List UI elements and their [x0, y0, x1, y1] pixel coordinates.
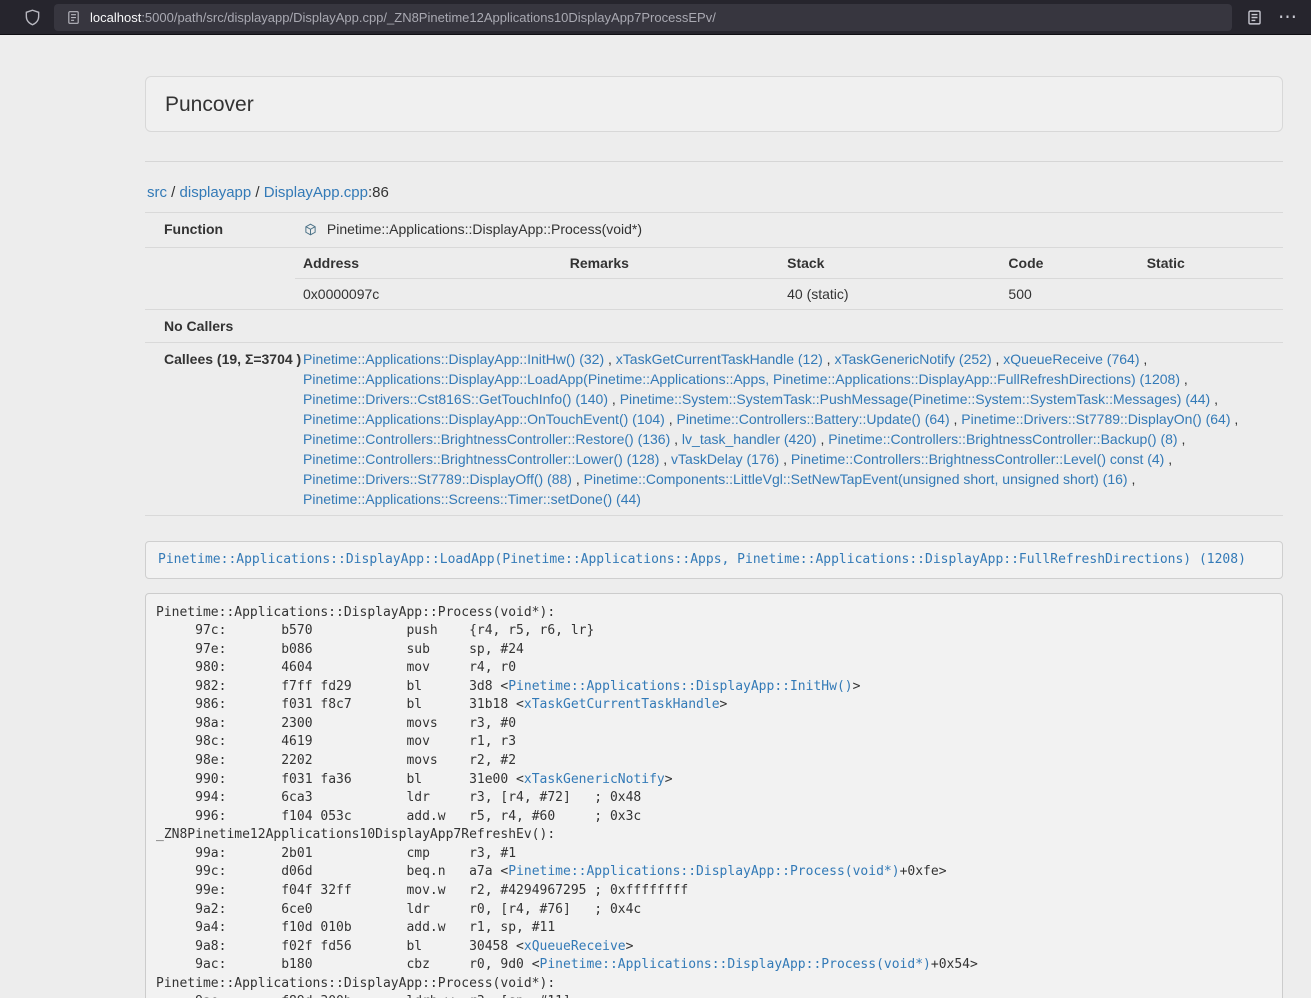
callee-link[interactable]: xQueueReceive (764) — [1003, 351, 1139, 367]
breadcrumb-line-number: :86 — [368, 184, 389, 201]
callee-link[interactable]: Pinetime::Applications::DisplayApp::Load… — [303, 371, 1180, 387]
highlighted-symbol-panel: Pinetime::Applications::DisplayApp::Load… — [145, 541, 1283, 579]
callee-separator: , — [659, 451, 671, 467]
callee-separator: , — [817, 431, 829, 447]
url-host: localhost — [90, 10, 141, 25]
callees-list: Pinetime::Applications::DisplayApp::Init… — [295, 343, 1283, 516]
callee-link[interactable]: Pinetime::Controllers::BrightnessControl… — [828, 431, 1177, 447]
code-symbol-link[interactable]: Pinetime::Applications::DisplayApp::Proc… — [540, 957, 931, 972]
callee-link[interactable]: xTaskGenericNotify (252) — [834, 351, 991, 367]
callees-label: Callees (19, Σ=3704 ) — [145, 343, 295, 516]
callee-separator: , — [992, 351, 1004, 367]
callee-separator: , — [823, 351, 835, 367]
shield-icon[interactable] — [20, 5, 44, 29]
url-bar[interactable]: localhost:5000/path/src/displayapp/Displ… — [54, 4, 1232, 31]
callee-separator: , — [1128, 471, 1136, 487]
column-code: Code — [1000, 248, 1138, 279]
column-address: Address — [295, 248, 562, 279]
code-symbol-link[interactable]: xQueueReceive — [524, 939, 626, 954]
stats-value-row: 0x0000097c 40 (static) 500 — [295, 279, 1283, 310]
breadcrumb-item-displayapp.cpp[interactable]: DisplayApp.cpp — [264, 184, 368, 201]
breadcrumb-item-displayapp[interactable]: displayapp — [180, 184, 252, 201]
divider — [145, 161, 1283, 162]
callee-separator: , — [1180, 371, 1188, 387]
callee-link[interactable]: vTaskDelay (176) — [671, 451, 779, 467]
callee-separator: , — [665, 411, 677, 427]
page-title: Puncover — [165, 92, 1263, 117]
callee-link[interactable]: Pinetime::Controllers::BrightnessControl… — [303, 451, 659, 467]
callee-link[interactable]: Pinetime::Applications::DisplayApp::OnTo… — [303, 411, 665, 427]
column-static: Static — [1139, 248, 1283, 279]
page-title-box: Puncover — [145, 76, 1283, 132]
function-stats-row: Address Remarks Stack Code Static 0x0000… — [145, 248, 1283, 310]
function-icon — [304, 221, 317, 241]
url-path: :5000/path/src/displayapp/DisplayApp.cpp… — [141, 10, 716, 25]
function-table: Function Pinetime::Applications::Display… — [145, 212, 1283, 516]
stats-header-row: Address Remarks Stack Code Static — [295, 248, 1283, 279]
callee-link[interactable]: Pinetime::Components::LittleVgl::SetNewT… — [584, 471, 1128, 487]
disassembly-block: Pinetime::Applications::DisplayApp::Proc… — [145, 593, 1283, 998]
code-symbol-link[interactable]: xTaskGetCurrentTaskHandle — [524, 697, 720, 712]
browser-window: localhost:5000/path/src/displayapp/Displ… — [0, 0, 1311, 998]
callee-link[interactable]: Pinetime::Applications::Screens::Timer::… — [303, 491, 641, 507]
callee-link[interactable]: Pinetime::Drivers::St7789::DisplayOn() (… — [961, 411, 1230, 427]
address-value: 0x0000097c — [295, 279, 562, 310]
function-row: Function Pinetime::Applications::Display… — [145, 213, 1283, 248]
breadcrumb-item-src[interactable]: src — [147, 184, 167, 201]
highlighted-symbol-link[interactable]: Pinetime::Applications::DisplayApp::Load… — [158, 552, 1246, 567]
column-stack: Stack — [779, 248, 1000, 279]
page-info-icon[interactable] — [64, 8, 82, 26]
url-text: localhost:5000/path/src/displayapp/Displ… — [90, 10, 716, 25]
reader-view-icon[interactable] — [1242, 5, 1266, 29]
browser-menu-icon[interactable]: ⋯ — [1276, 5, 1300, 29]
callee-link[interactable]: Pinetime::Drivers::St7789::DisplayOff() … — [303, 471, 572, 487]
callee-separator: , — [572, 471, 584, 487]
function-stats-row-label — [145, 248, 295, 310]
callee-separator: , — [1139, 351, 1147, 367]
callee-separator: , — [779, 451, 791, 467]
callee-separator: , — [1231, 411, 1239, 427]
callee-link[interactable]: Pinetime::Controllers::Battery::Update()… — [677, 411, 950, 427]
breadcrumb: src / displayapp / DisplayApp.cpp:86 — [147, 183, 1283, 203]
callee-link[interactable]: Pinetime::Controllers::BrightnessControl… — [303, 431, 670, 447]
stack-value: 40 (static) — [779, 279, 1000, 310]
callee-link[interactable]: Pinetime::System::SystemTask::PushMessag… — [620, 391, 1211, 407]
callee-link[interactable]: Pinetime::Controllers::BrightnessControl… — [791, 451, 1164, 467]
browser-chrome: localhost:5000/path/src/displayapp/Displ… — [0, 0, 1311, 35]
no-callers-row: No Callers — [145, 310, 1283, 343]
callees-row: Callees (19, Σ=3704 ) Pinetime::Applicat… — [145, 343, 1283, 516]
static-value — [1139, 279, 1283, 310]
page-content: Puncover src / displayapp / DisplayApp.c… — [145, 76, 1283, 998]
callee-separator: , — [608, 391, 620, 407]
callee-separator: , — [1210, 391, 1218, 407]
function-stats-table: Address Remarks Stack Code Static 0x0000… — [295, 248, 1283, 309]
remarks-value — [562, 279, 779, 310]
code-value: 500 — [1000, 279, 1138, 310]
callee-link[interactable]: xTaskGetCurrentTaskHandle (12) — [616, 351, 823, 367]
breadcrumb-separator: / — [167, 184, 180, 201]
callee-link[interactable]: lv_task_handler (420) — [682, 431, 817, 447]
callee-separator: , — [1178, 431, 1186, 447]
callee-separator: , — [604, 351, 616, 367]
callee-separator: , — [1164, 451, 1172, 467]
code-symbol-link[interactable]: Pinetime::Applications::DisplayApp::Init… — [508, 679, 852, 694]
callee-separator: , — [670, 431, 682, 447]
code-symbol-link[interactable]: xTaskGenericNotify — [524, 772, 665, 787]
function-name: Pinetime::Applications::DisplayApp::Proc… — [327, 221, 642, 237]
no-callers-label: No Callers — [145, 310, 295, 343]
breadcrumb-separator: / — [251, 184, 264, 201]
callee-separator: , — [950, 411, 962, 427]
function-row-label: Function — [145, 213, 295, 248]
code-symbol-link[interactable]: Pinetime::Applications::DisplayApp::Proc… — [508, 864, 899, 879]
callee-link[interactable]: Pinetime::Applications::DisplayApp::Init… — [303, 351, 604, 367]
column-remarks: Remarks — [562, 248, 779, 279]
callee-link[interactable]: Pinetime::Drivers::Cst816S::GetTouchInfo… — [303, 391, 608, 407]
